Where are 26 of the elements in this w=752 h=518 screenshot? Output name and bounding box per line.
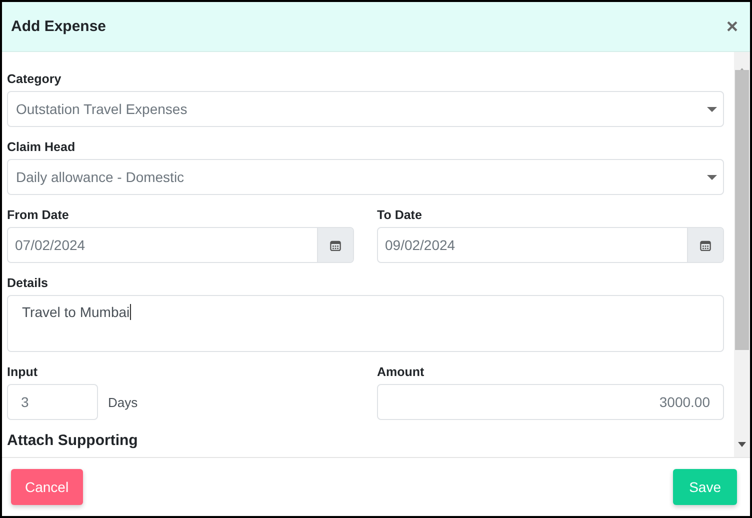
date-field[interactable]: 07/02/2024 xyxy=(7,227,354,263)
field-label: From Date xyxy=(7,207,70,223)
calendar-icon xyxy=(330,240,341,250)
dropdown-field[interactable]: Outstation Travel Expenses xyxy=(7,91,724,127)
scrollbar[interactable] xyxy=(734,52,750,457)
section-heading: Attach Supporting xyxy=(7,432,139,449)
caret-icon xyxy=(707,106,717,112)
dialog-title: Add Expense xyxy=(11,18,106,35)
unit-label: Days xyxy=(108,394,138,410)
field-label: Details xyxy=(7,275,49,291)
calendar-icon xyxy=(700,240,711,250)
cancel-button[interactable]: Cancel xyxy=(11,469,83,505)
calendar-button[interactable] xyxy=(317,228,353,262)
close-button[interactable]: × xyxy=(724,16,740,36)
field-label: To Date xyxy=(377,207,423,223)
amount-field[interactable]: 3000.00 xyxy=(377,384,724,420)
calendar-button[interactable] xyxy=(687,228,723,262)
field-label: Category xyxy=(7,71,62,87)
details-field[interactable]: Travel to Mumbai xyxy=(7,295,724,352)
number-field[interactable]: 3 xyxy=(7,384,98,420)
dropdown-field[interactable]: Daily allowance - Domestic xyxy=(7,159,724,195)
caret-icon xyxy=(707,174,717,180)
field-label: Input xyxy=(7,364,39,380)
field-label: Amount xyxy=(377,364,426,380)
date-field[interactable]: 09/02/2024 xyxy=(377,227,724,263)
field-label: Claim Head xyxy=(7,139,76,155)
